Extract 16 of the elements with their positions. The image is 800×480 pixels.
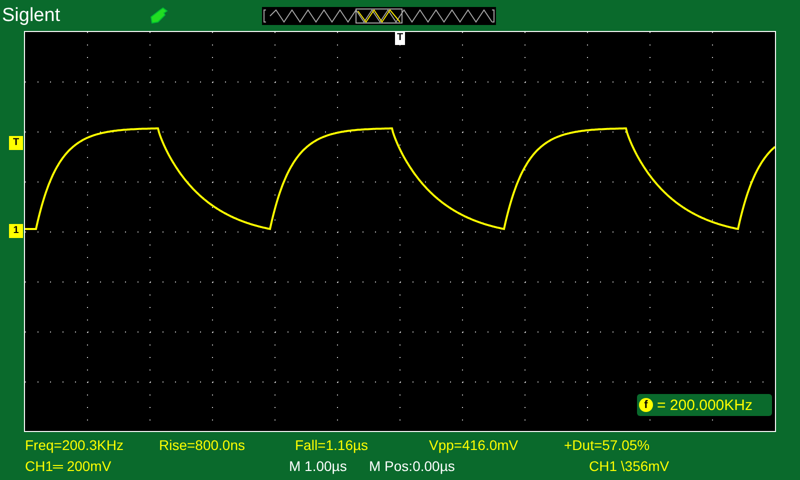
measurement-reading: Vpp=416.0mV xyxy=(429,437,518,453)
measurement-reading: Rise=800.0ns xyxy=(159,437,246,453)
probe-icon xyxy=(148,4,170,26)
measurement-reading: +Dut=57.05% xyxy=(564,437,650,453)
trigger-level-marker: T xyxy=(9,136,23,150)
frequency-icon: f xyxy=(639,398,653,412)
brand-label: Siglent xyxy=(2,6,60,25)
status-reading: CH1 \356mV xyxy=(589,458,670,474)
status-reading: CH1═ 200mV xyxy=(25,458,112,474)
measurement-reading: Freq=200.3KHz xyxy=(25,437,124,453)
status-reading: M 1.00µs xyxy=(289,458,347,474)
trigger-position-marker: T xyxy=(395,31,405,45)
frequency-value: = 200.000KHz xyxy=(657,398,752,412)
status-reading: M Pos:0.00µs xyxy=(369,458,455,474)
channel-marker: 1 xyxy=(9,224,23,238)
measurement-reading: Fall=1.16µs xyxy=(295,437,368,453)
